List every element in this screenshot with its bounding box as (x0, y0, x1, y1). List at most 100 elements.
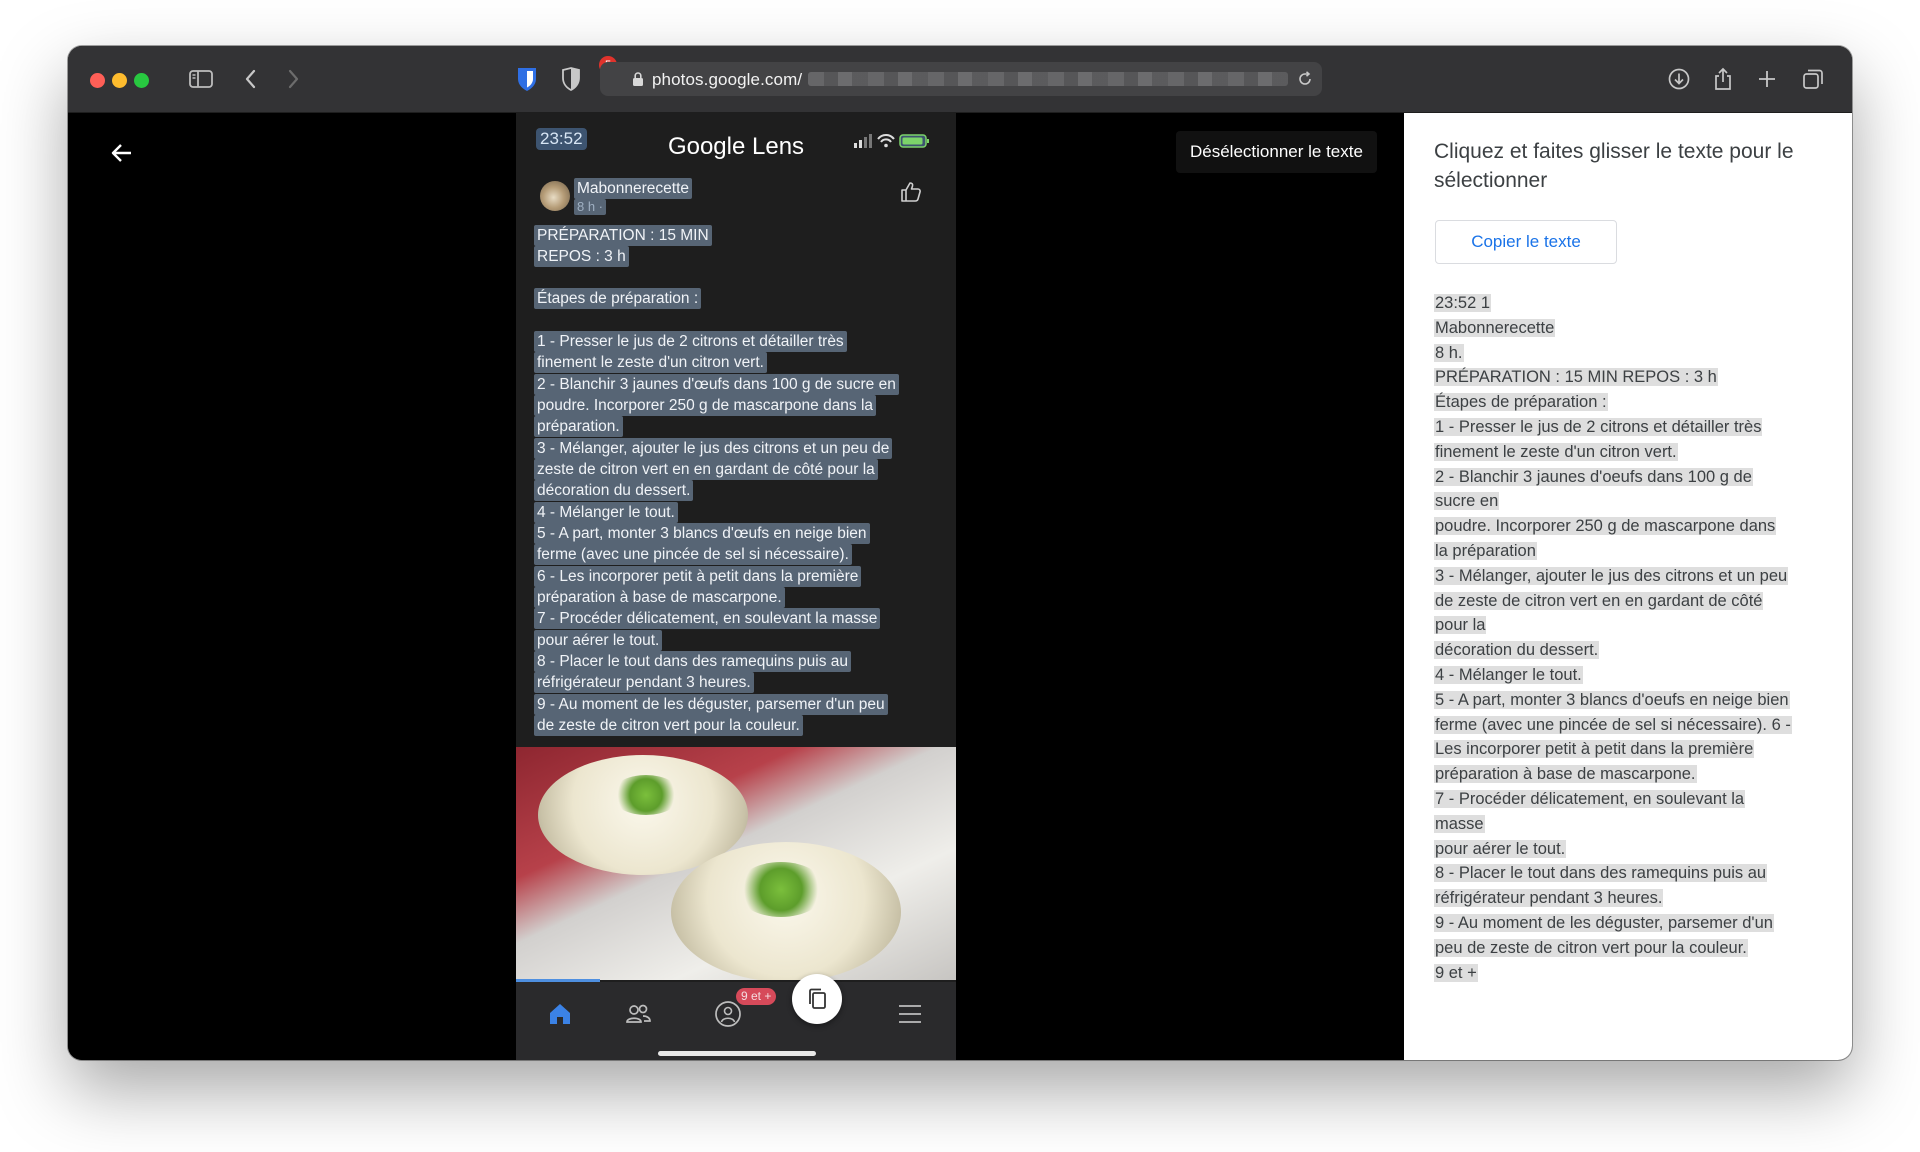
ocr-line-text[interactable]: 23:52 1 (1434, 294, 1492, 312)
ocr-line: Étapes de préparation : (1434, 390, 1834, 415)
ocr-line: sucre en (1434, 489, 1834, 514)
close-window-button[interactable] (90, 73, 105, 88)
ocr-line-text[interactable]: peu de zeste de citron vert pour la coul… (1434, 938, 1748, 957)
prep-time[interactable]: PRÉPARATION : 15 MIN (534, 225, 712, 246)
ocr-line-text[interactable]: PRÉPARATION : 15 MIN REPOS : 3 h (1434, 368, 1718, 387)
privacy-shield-icon[interactable] (554, 62, 588, 96)
copy-text-button[interactable]: Copier le texte (1435, 220, 1617, 264)
ocr-line-text[interactable]: Mabonnerecette (1434, 318, 1556, 337)
avatar[interactable] (540, 181, 570, 211)
recipe-line[interactable]: finement le zeste d'un citron vert. (534, 352, 767, 373)
ocr-line-text[interactable]: sucre en (1434, 492, 1500, 511)
ocr-line: 8 h. (1434, 341, 1834, 366)
reload-icon[interactable] (1297, 71, 1313, 87)
recipe-line[interactable]: poudre. Incorporer 250 g de mascarpone d… (534, 395, 877, 416)
ocr-line-text[interactable]: réfrigérateur pendant 3 heures. (1434, 889, 1664, 908)
recipe-line[interactable]: ferme (avec une pincée de sel si nécessa… (534, 544, 852, 565)
ocr-line-text[interactable]: 4 - Mélanger le tout. (1434, 665, 1583, 684)
copy-icon[interactable] (792, 974, 842, 1024)
recipe-line[interactable]: 1 - Presser le jus de 2 citrons et détai… (534, 331, 847, 352)
recipe-line[interactable]: 9 - Au moment de les déguster, parsemer … (534, 694, 888, 715)
ocr-line-text[interactable]: décoration du dessert. (1434, 641, 1600, 660)
ocr-line-text[interactable]: 3 - Mélanger, ajouter le jus des citrons… (1434, 566, 1789, 585)
ocr-line: Mabonnerecette (1434, 316, 1834, 341)
lock-icon (633, 72, 643, 86)
share-icon[interactable] (1706, 62, 1740, 96)
ocr-text-block[interactable]: 23:52 1 Mabonnerecette 8 h. PRÉPARATION … (1434, 291, 1834, 985)
ocr-line: 9 et + (1434, 961, 1834, 986)
recipe-line[interactable]: de zeste de citron vert pour la couleur. (534, 715, 803, 736)
recipe-line[interactable]: préparation. (534, 416, 623, 437)
ocr-line-text[interactable]: 8 - Placer le tout dans des ramequins pu… (1434, 864, 1768, 883)
download-icon[interactable] (1662, 62, 1696, 96)
back-arrow-icon[interactable] (102, 133, 142, 173)
recipe-line[interactable]: décoration du dessert. (534, 480, 694, 501)
phone-nav-bar: 9 et + (516, 974, 956, 1060)
sidebar-icon[interactable] (184, 62, 218, 96)
ocr-line-text[interactable]: ferme (avec une pincée de sel si nécessa… (1434, 715, 1792, 734)
ocr-line-text[interactable]: masse (1434, 814, 1485, 833)
steps-heading[interactable]: Étapes de préparation : (534, 288, 702, 309)
photo-viewer: Désélectionner le texte 23:52 Google Len… (68, 113, 1404, 1060)
ocr-line-text[interactable]: finement le zeste d'un citron vert. (1434, 442, 1678, 461)
post-author[interactable]: Mabonnerecette (574, 178, 693, 199)
ocr-line-text[interactable]: 1 - Presser le jus de 2 citrons et détai… (1434, 417, 1763, 436)
ocr-line-text[interactable]: pour la (1434, 616, 1487, 635)
ocr-line: 4 - Mélanger le tout. (1434, 663, 1834, 688)
recipe-line[interactable]: 2 - Blanchir 3 jaunes d'œufs dans 100 g … (534, 374, 899, 395)
ocr-line: masse (1434, 812, 1834, 837)
recipe-line[interactable]: réfrigérateur pendant 3 heures. (534, 672, 754, 693)
minimize-window-button[interactable] (112, 73, 127, 88)
home-indicator (658, 1051, 816, 1056)
ocr-line-text[interactable]: 7 - Procéder délicatement, en soulevant … (1434, 789, 1746, 808)
back-chevron-icon[interactable] (234, 62, 268, 96)
ocr-line-text[interactable]: Les incorporer petit à petit dans la pre… (1434, 740, 1755, 759)
ocr-line: ferme (avec une pincée de sel si nécessa… (1434, 713, 1834, 738)
ocr-line-text[interactable]: 5 - A part, monter 3 blancs d'oeufs en n… (1434, 690, 1790, 709)
browser-window: 5 photos.google.com/ Désélectionner le t… (68, 46, 1852, 1060)
lens-text-panel: Cliquez et faites glisser le texte pour … (1404, 113, 1852, 1060)
forward-chevron-icon[interactable] (276, 62, 310, 96)
ocr-line: 1 - Presser le jus de 2 citrons et détai… (1434, 415, 1834, 440)
recipe-line[interactable]: 4 - Mélanger le tout. (534, 502, 678, 523)
ocr-line-text[interactable]: de zeste de citron vert en en gardant de… (1434, 591, 1764, 610)
ocr-line: peu de zeste de citron vert pour la coul… (1434, 936, 1834, 961)
ocr-line-text[interactable]: préparation à base de mascarpone. (1434, 765, 1697, 784)
ocr-line: 9 - Au moment de les déguster, parsemer … (1434, 911, 1834, 936)
ocr-line-text[interactable]: poudre. Incorporer 250 g de mascarpone d… (1434, 517, 1777, 536)
ocr-line: réfrigérateur pendant 3 heures. (1434, 886, 1834, 911)
address-bar[interactable]: photos.google.com/ (600, 62, 1322, 96)
post-age[interactable]: 8 h · (574, 199, 607, 215)
like-icon[interactable] (899, 180, 923, 204)
ocr-line-text[interactable]: 9 et + (1434, 963, 1478, 982)
ocr-line-text[interactable]: Étapes de préparation : (1434, 393, 1608, 412)
rest-time[interactable]: REPOS : 3 h (534, 246, 629, 267)
ocr-line-text[interactable]: 8 h. (1434, 343, 1464, 362)
ocr-line: de zeste de citron vert en en gardant de… (1434, 589, 1834, 614)
new-tab-icon[interactable] (1750, 62, 1784, 96)
notification-badge: 9 et + (736, 988, 777, 1005)
home-icon[interactable] (542, 996, 578, 1032)
panel-title: Cliquez et faites glisser le texte pour … (1434, 140, 1794, 192)
menu-icon[interactable] (892, 996, 928, 1032)
recipe-line[interactable]: 7 - Procéder délicatement, en soulevant … (534, 608, 881, 629)
ocr-line-text[interactable]: 2 - Blanchir 3 jaunes d'oeufs dans 100 g… (1434, 467, 1753, 486)
ocr-line-text[interactable]: pour aérer le tout. (1434, 839, 1567, 858)
friends-icon[interactable] (620, 996, 656, 1032)
recipe-line[interactable]: 3 - Mélanger, ajouter le jus des citrons… (534, 438, 893, 459)
browser-toolbar: 5 photos.google.com/ (68, 46, 1852, 113)
recipe-line[interactable]: 6 - Les incorporer petit à petit dans la… (534, 566, 862, 587)
recipe-line[interactable]: pour aérer le tout. (534, 630, 663, 651)
ocr-line-text[interactable]: 9 - Au moment de les déguster, parsemer … (1434, 913, 1774, 932)
zoom-window-button[interactable] (134, 73, 149, 88)
recipe-line[interactable]: 8 - Placer le tout dans des ramequins pu… (534, 651, 852, 672)
ocr-line: préparation à base de mascarpone. (1434, 762, 1834, 787)
recipe-line[interactable]: zeste de citron vert en en gardant de cô… (534, 459, 878, 480)
ocr-line-text[interactable]: la préparation (1434, 541, 1537, 560)
tabs-overview-icon[interactable] (1796, 62, 1830, 96)
bitwarden-shield-icon[interactable] (510, 62, 544, 96)
recipe-line[interactable]: préparation à base de mascarpone. (534, 587, 785, 608)
recipe-line[interactable]: 5 - A part, monter 3 blancs d'œufs en ne… (534, 523, 870, 544)
ocr-line: décoration du dessert. (1434, 638, 1834, 663)
deselect-text-button[interactable]: Désélectionner le texte (1176, 131, 1377, 173)
